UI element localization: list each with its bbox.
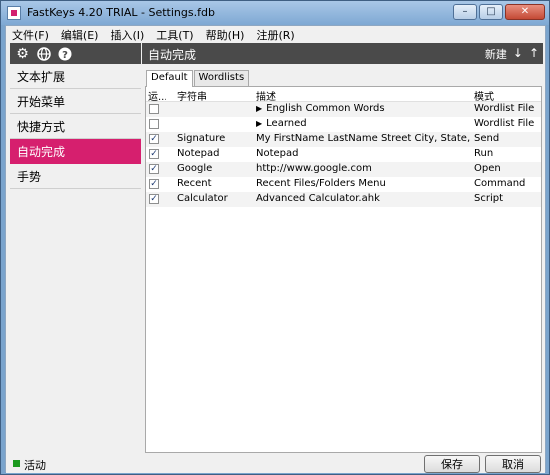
menu-bar: 文件(F) 编辑(E) 插入(I) 工具(T) 帮助(H) 注册(R) bbox=[6, 26, 545, 42]
main-panel: 自动完成 新建 ↓ ↑ Default Wordlists 运... 字符串 描… bbox=[142, 43, 543, 456]
row-checkbox[interactable]: ✓ bbox=[149, 134, 159, 144]
svg-text:?: ? bbox=[62, 50, 68, 61]
expand-arrow-icon[interactable]: ▶ bbox=[256, 119, 262, 128]
row-description: ▶ Learned bbox=[256, 118, 471, 129]
sidebar-item-autocomplete[interactable]: 自动完成 bbox=[10, 139, 141, 164]
row-mode: Wordlist File bbox=[474, 103, 535, 114]
table-row[interactable]: ▶ English Common Words Wordlist File bbox=[146, 102, 541, 117]
row-description: http://www.google.com bbox=[256, 163, 372, 174]
move-down-icon[interactable]: ↓ bbox=[513, 46, 523, 62]
table-row[interactable]: ✓ Google http://www.google.com Open bbox=[146, 162, 541, 177]
row-description: ▶ English Common Words bbox=[256, 103, 471, 114]
maximize-icon[interactable]: □ bbox=[479, 4, 503, 20]
header-actions: 新建 ↓ ↑ bbox=[485, 46, 539, 62]
window-title: FastKeys 4.20 TRIAL - Settings.fdb bbox=[27, 6, 215, 19]
row-description: Notepad bbox=[256, 148, 299, 159]
menu-edit[interactable]: 编辑(E) bbox=[55, 26, 105, 42]
help-icon[interactable]: ? bbox=[57, 46, 72, 61]
menu-insert[interactable]: 插入(I) bbox=[104, 26, 150, 42]
row-description-text: Learned bbox=[266, 118, 307, 129]
sidebar-item-start-menu[interactable]: 开始菜单 bbox=[10, 89, 141, 114]
globe-icon[interactable] bbox=[36, 46, 51, 61]
row-description: Advanced Calculator.ahk bbox=[256, 193, 380, 204]
status-text: 活动 bbox=[24, 459, 46, 472]
row-mode: Run bbox=[474, 148, 494, 159]
sidebar-toolbar: ⚙ ? bbox=[10, 43, 141, 64]
row-string: Notepad bbox=[177, 148, 220, 159]
row-checkbox[interactable] bbox=[149, 119, 159, 129]
column-header-mode[interactable]: 模式 bbox=[474, 88, 540, 103]
row-checkbox[interactable]: ✓ bbox=[149, 194, 159, 204]
new-button[interactable]: 新建 bbox=[485, 46, 507, 62]
row-description-text: English Common Words bbox=[266, 103, 385, 114]
menu-file[interactable]: 文件(F) bbox=[6, 26, 55, 42]
table-header: 运... 字符串 描述 模式 bbox=[146, 87, 541, 103]
table-row[interactable]: ▶ Learned Wordlist File bbox=[146, 117, 541, 132]
menu-help[interactable]: 帮助(H) bbox=[200, 26, 251, 42]
row-mode: Command bbox=[474, 178, 526, 189]
sidebar-item-gestures[interactable]: 手势 bbox=[10, 164, 141, 189]
row-string: Recent bbox=[177, 178, 212, 189]
panel-header: 自动完成 新建 ↓ ↑ bbox=[142, 43, 543, 64]
row-mode: Script bbox=[474, 193, 504, 204]
row-mode: Send bbox=[474, 133, 500, 144]
row-string: Google bbox=[177, 163, 213, 174]
expand-arrow-icon[interactable]: ▶ bbox=[256, 104, 262, 113]
minimize-icon[interactable]: – bbox=[453, 4, 477, 20]
panel-title: 自动完成 bbox=[148, 48, 197, 62]
window-controls: – □ ✕ bbox=[453, 4, 545, 20]
status-indicator-icon bbox=[13, 460, 20, 467]
status-bar: 活动 保存 取消 bbox=[6, 455, 545, 473]
move-up-icon[interactable]: ↑ bbox=[529, 46, 539, 62]
row-checkbox[interactable]: ✓ bbox=[149, 149, 159, 159]
row-mode: Open bbox=[474, 163, 501, 174]
row-string: Signature bbox=[177, 133, 226, 144]
table-row[interactable]: ✓ Recent Recent Files/Folders Menu Comma… bbox=[146, 177, 541, 192]
column-header-active[interactable]: 运... bbox=[148, 88, 166, 103]
gear-icon[interactable]: ⚙ bbox=[15, 46, 30, 61]
table-row[interactable]: ✓ Calculator Advanced Calculator.ahk Scr… bbox=[146, 192, 541, 207]
table-row[interactable]: ✓ Signature My FirstName LastName Street… bbox=[146, 132, 541, 147]
row-checkbox[interactable]: ✓ bbox=[149, 179, 159, 189]
app-icon bbox=[7, 6, 21, 20]
table-row[interactable]: ✓ Notepad Notepad Run bbox=[146, 147, 541, 162]
row-string: Calculator bbox=[177, 193, 228, 204]
column-header-description[interactable]: 描述 bbox=[256, 88, 471, 103]
sidebar: ⚙ ? 文本扩展 开始菜单 快捷方式 自动完成 手势 bbox=[10, 43, 141, 456]
client-area: 文件(F) 编辑(E) 插入(I) 工具(T) 帮助(H) 注册(R) ⚙ ? … bbox=[5, 25, 546, 473]
sidebar-item-text-expander[interactable]: 文本扩展 bbox=[10, 64, 141, 89]
row-description: Recent Files/Folders Menu bbox=[256, 178, 386, 189]
menu-tools[interactable]: 工具(T) bbox=[150, 26, 199, 42]
row-mode: Wordlist File bbox=[474, 118, 535, 129]
app-window: FastKeys 4.20 TRIAL - Settings.fdb – □ ✕… bbox=[0, 0, 550, 475]
menu-register[interactable]: 注册(R) bbox=[250, 26, 300, 42]
autocomplete-table: 运... 字符串 描述 模式 ▶ English Common Words Wor… bbox=[145, 86, 542, 453]
cancel-button[interactable]: 取消 bbox=[485, 455, 541, 473]
close-icon[interactable]: ✕ bbox=[505, 4, 545, 20]
tab-strip: Default Wordlists bbox=[146, 70, 250, 87]
title-bar[interactable]: FastKeys 4.20 TRIAL - Settings.fdb – □ ✕ bbox=[1, 1, 549, 25]
tab-wordlists[interactable]: Wordlists bbox=[193, 70, 250, 86]
save-button[interactable]: 保存 bbox=[424, 455, 480, 473]
row-checkbox[interactable]: ✓ bbox=[149, 164, 159, 174]
tab-default[interactable]: Default bbox=[146, 70, 193, 87]
row-description: My FirstName LastName Street City, State… bbox=[256, 133, 471, 144]
row-checkbox[interactable] bbox=[149, 104, 159, 114]
sidebar-item-shortcuts[interactable]: 快捷方式 bbox=[10, 114, 141, 139]
column-header-string[interactable]: 字符串 bbox=[177, 88, 249, 103]
